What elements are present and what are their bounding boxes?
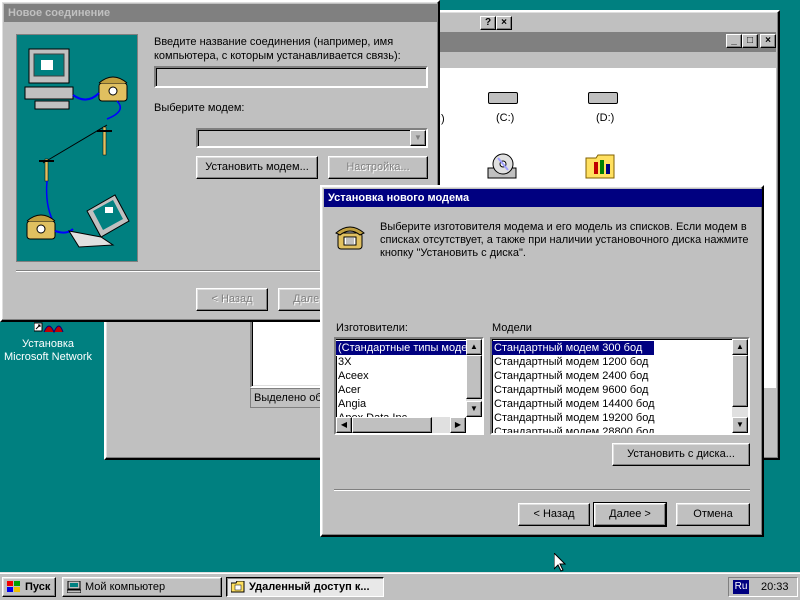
desktop-icon-label-1: Установка <box>22 338 74 350</box>
scroll-right-icon[interactable]: ▶ <box>450 417 466 433</box>
manufacturers-label: Изготовители: <box>336 322 408 334</box>
instructions-text: Выберите изготовителя модема и его модел… <box>380 221 749 259</box>
scroll-up-icon[interactable]: ▲ <box>466 339 482 355</box>
list-item[interactable]: Стандартный модем 300 бод <box>492 341 654 355</box>
my-computer-titlebar[interactable] <box>436 32 776 52</box>
laptop-icon <box>67 194 130 248</box>
help-button[interactable]: ? <box>480 16 496 30</box>
mouse-cursor-icon <box>553 551 567 572</box>
list-item[interactable]: Стандартный модем 1200 бод <box>492 355 732 369</box>
details-panel <box>250 312 324 388</box>
taskbar: Пуск Мой компьютер Удаленный доступ к...… <box>0 572 800 600</box>
telephone-icon <box>26 214 56 240</box>
folder-icon <box>230 580 245 593</box>
cancel-button[interactable]: Отмена <box>676 503 750 526</box>
new-connection-titlebar[interactable]: Новое соединение <box>4 4 438 22</box>
name-prompt: Введите название соединения (например, и… <box>154 36 401 62</box>
hard-drive-icon <box>488 92 518 104</box>
list-item[interactable]: Angia <box>336 397 466 411</box>
drive-d-label: (D:) <box>596 112 615 124</box>
scroll-left-icon[interactable]: ◀ <box>336 417 352 433</box>
modem-select[interactable]: ▼ <box>196 128 428 148</box>
language-indicator[interactable]: Ru <box>733 580 749 594</box>
chevron-down-icon[interactable]: ▼ <box>410 130 426 146</box>
control-panel-icon[interactable] <box>584 150 616 182</box>
desktop-icon-label-2: Microsoft Network <box>3 351 93 363</box>
task-my-computer[interactable]: Мой компьютер <box>62 577 222 597</box>
scroll-thumb[interactable] <box>352 417 432 433</box>
models-vscrollbar[interactable]: ▲ ▼ <box>732 339 748 433</box>
minimize-button[interactable]: _ <box>726 34 742 48</box>
settings-button[interactable]: Настройка... <box>328 156 428 179</box>
connection-name-field[interactable] <box>154 66 428 88</box>
list-item[interactable]: Стандартный модем 14400 бод <box>492 397 732 411</box>
dialog-divider <box>334 489 750 491</box>
task-label: Мой компьютер <box>85 581 166 593</box>
models-items: Стандартный модем 300 бод Стандартный мо… <box>492 341 732 433</box>
system-tray: Ru 20:33 <box>728 577 798 597</box>
start-label: Пуск <box>25 581 51 593</box>
drive-c-label: (C:) <box>496 112 515 124</box>
manufacturers-list[interactable]: (Стандартные типы моде 3X Aceex Acer Ang… <box>334 337 484 435</box>
status-bar: Выделено об <box>250 388 324 408</box>
status-text: Выделено об <box>254 392 322 404</box>
task-dialup[interactable]: Удаленный доступ к... <box>226 577 384 597</box>
computer-icon <box>66 580 82 594</box>
scroll-up-icon[interactable]: ▲ <box>732 339 748 355</box>
models-label: Модели <box>492 322 532 334</box>
back-button[interactable]: < Назад <box>196 288 268 311</box>
dialog-title: Установка нового модема <box>328 192 470 204</box>
list-item[interactable]: 3X <box>336 355 466 369</box>
list-item[interactable]: Стандартный модем 28800 бод <box>492 425 732 433</box>
install-modem-button[interactable]: Установить модем... <box>196 156 318 179</box>
back-button[interactable]: < Назад <box>518 503 590 526</box>
list-item[interactable]: Стандартный модем 2400 бод <box>492 369 732 383</box>
clock[interactable]: 20:33 <box>761 581 789 593</box>
connection-illustration <box>16 34 138 262</box>
list-item[interactable]: Стандартный модем 9600 бод <box>492 383 732 397</box>
desktop: { "desktop_icon": {"label_line1": "Устан… <box>0 0 800 600</box>
modem-label: Выберите модем: <box>154 102 245 114</box>
task-label: Удаленный доступ к... <box>249 581 370 593</box>
drive-d[interactable]: (D:) <box>582 88 632 128</box>
manufacturers-hscrollbar[interactable]: ◀ ▶ <box>336 417 466 433</box>
models-list[interactable]: Стандартный модем 300 бод Стандартный мо… <box>490 337 750 435</box>
hard-drive-icon <box>588 92 618 104</box>
have-disk-button[interactable]: Установить с диска... <box>612 443 750 466</box>
install-modem-dialog: Установка нового модема Выберите изготов… <box>320 185 764 537</box>
telephone-icon <box>98 76 128 102</box>
manufacturers-vscrollbar[interactable]: ▲ ▼ <box>466 339 482 417</box>
msn-icon <box>33 320 64 334</box>
next-button[interactable]: Далее > <box>593 502 667 527</box>
cdrom-icon[interactable] <box>486 150 518 182</box>
scroll-down-icon[interactable]: ▼ <box>732 417 748 433</box>
desktop-icon-msn[interactable]: Установка Microsoft Network <box>0 318 100 368</box>
computer-icon <box>24 48 74 110</box>
install-modem-titlebar[interactable]: Установка нового модема <box>324 189 762 207</box>
dialog-title: Новое соединение <box>8 7 111 19</box>
scroll-thumb[interactable] <box>732 355 748 407</box>
list-item[interactable]: (Стандартные типы моде <box>336 340 467 356</box>
drive-c[interactable]: (C:) <box>482 88 532 128</box>
list-item[interactable]: Acer <box>336 383 466 397</box>
close-button[interactable]: × <box>496 16 512 30</box>
list-item[interactable]: Aceex <box>336 369 466 383</box>
close-button[interactable]: × <box>760 34 776 48</box>
maximize-button[interactable]: □ <box>742 34 758 48</box>
modem-phone-icon <box>334 221 366 253</box>
windows-logo-icon <box>7 581 21 593</box>
list-item[interactable]: Стандартный модем 19200 бод <box>492 411 732 425</box>
manufacturers-items: (Стандартные типы моде 3X Aceex Acer Ang… <box>336 340 467 425</box>
scroll-thumb[interactable] <box>466 355 482 399</box>
scroll-down-icon[interactable]: ▼ <box>466 401 482 417</box>
start-button[interactable]: Пуск <box>2 577 56 597</box>
